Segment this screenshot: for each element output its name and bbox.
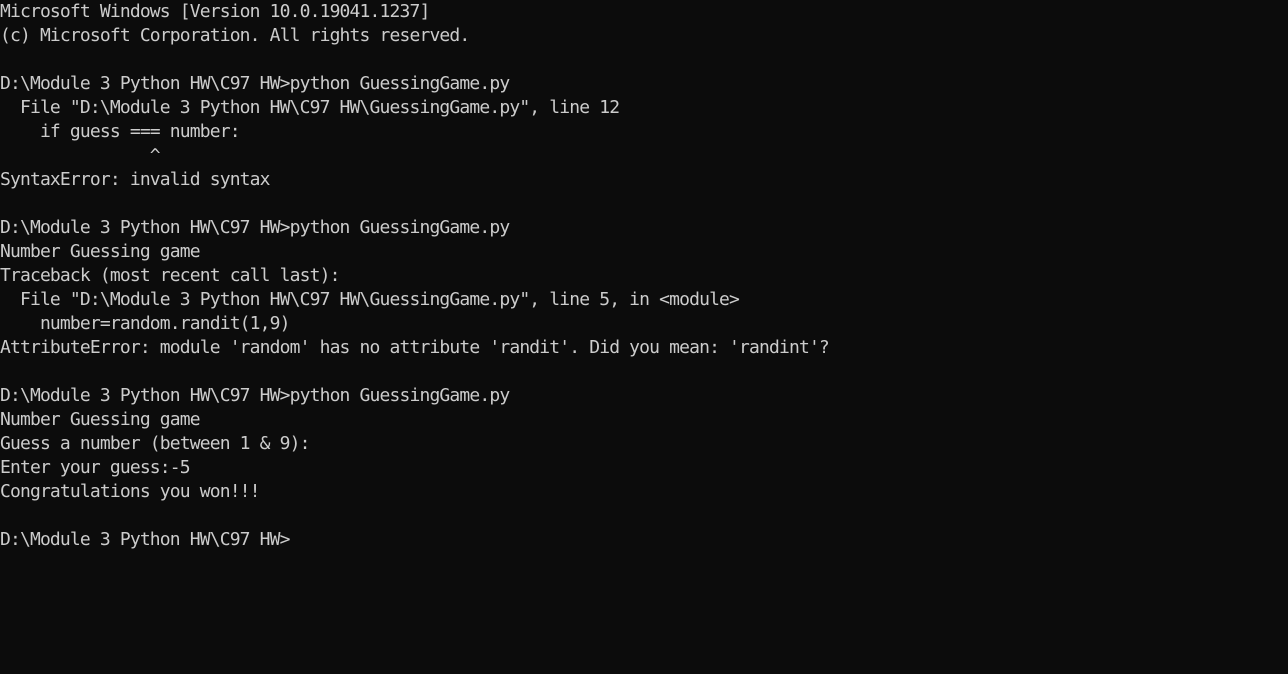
console-line: Congratulations you won!!!	[0, 481, 261, 502]
console-line: number=random.randit(1,9)	[0, 313, 291, 334]
console-line: Guess a number (between 1 & 9):	[0, 433, 310, 454]
console-line: if guess === number:	[0, 121, 241, 142]
console-line: (c) Microsoft Corporation. All rights re…	[0, 25, 470, 46]
console-line: AttributeError: module 'random' has no a…	[0, 337, 830, 358]
console-line: ^	[0, 145, 161, 166]
prompt-path: D:\Module 3 Python HW\C97 HW>	[0, 529, 290, 550]
console-line: Microsoft Windows [Version 10.0.19041.12…	[0, 1, 430, 22]
console-line: Number Guessing game	[0, 409, 201, 430]
console-line: Traceback (most recent call last):	[0, 265, 340, 286]
console-window[interactable]: Microsoft Windows [Version 10.0.19041.12…	[0, 0, 1288, 674]
console-line: File "D:\Module 3 Python HW\C97 HW\Guess…	[0, 289, 740, 310]
console-line: SyntaxError: invalid syntax	[0, 169, 271, 190]
console-line: D:\Module 3 Python HW\C97 HW>python Gues…	[0, 385, 510, 406]
console-line: File "D:\Module 3 Python HW\C97 HW\Guess…	[0, 97, 620, 118]
console-line: D:\Module 3 Python HW\C97 HW>python Gues…	[0, 73, 510, 94]
console-line: Enter your guess:-5	[0, 457, 191, 478]
console-line: D:\Module 3 Python HW\C97 HW>python Gues…	[0, 217, 510, 238]
command-prompt-line[interactable]: D:\Module 3 Python HW\C97 HW>	[0, 528, 1288, 552]
console-line: Number Guessing game	[0, 241, 201, 262]
